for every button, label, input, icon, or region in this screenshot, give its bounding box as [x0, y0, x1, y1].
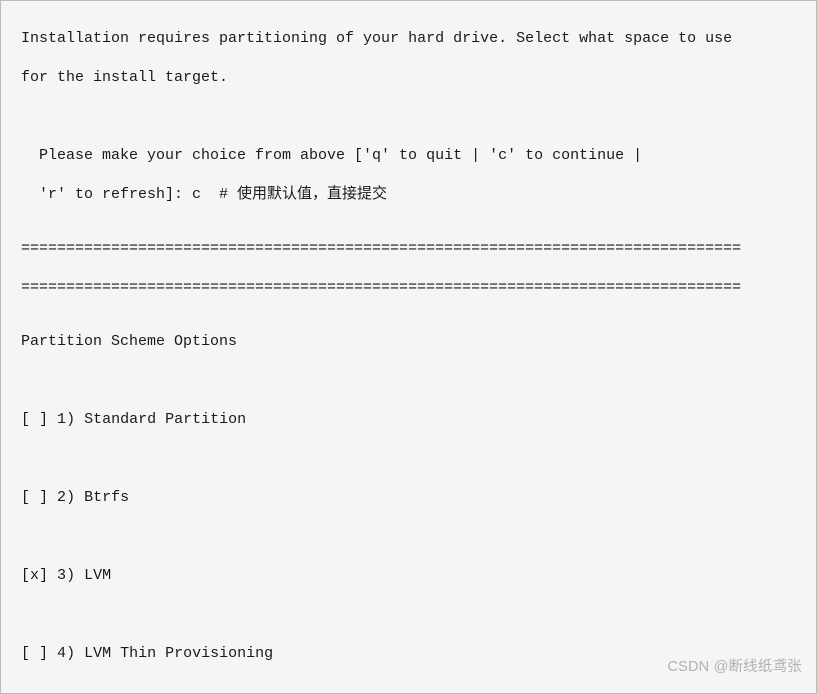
option-4[interactable]: [ ] 4) LVM Thin Provisioning — [21, 634, 796, 673]
prompt-comment: # 使用默认值，直接提交 — [201, 186, 387, 203]
separator-1: ========================================… — [21, 229, 796, 268]
option-2[interactable]: [ ] 2) Btrfs — [21, 478, 796, 517]
prompt-input[interactable]: c — [192, 186, 201, 203]
prompt-line-2[interactable]: 'r' to refresh]: c # 使用默认值，直接提交 — [21, 175, 796, 214]
prompt-line-1: Please make your choice from above ['q' … — [21, 136, 796, 175]
option-1[interactable]: [ ] 1) Standard Partition — [21, 400, 796, 439]
section-title: Partition Scheme Options — [21, 322, 796, 361]
option-3[interactable]: [x] 3) LVM — [21, 556, 796, 595]
intro-line-1: Installation requires partitioning of yo… — [21, 19, 796, 58]
separator-2: ========================================… — [21, 268, 796, 307]
prompt-prefix: 'r' to refresh]: — [39, 186, 192, 203]
intro-line-2: for the install target. — [21, 58, 796, 97]
